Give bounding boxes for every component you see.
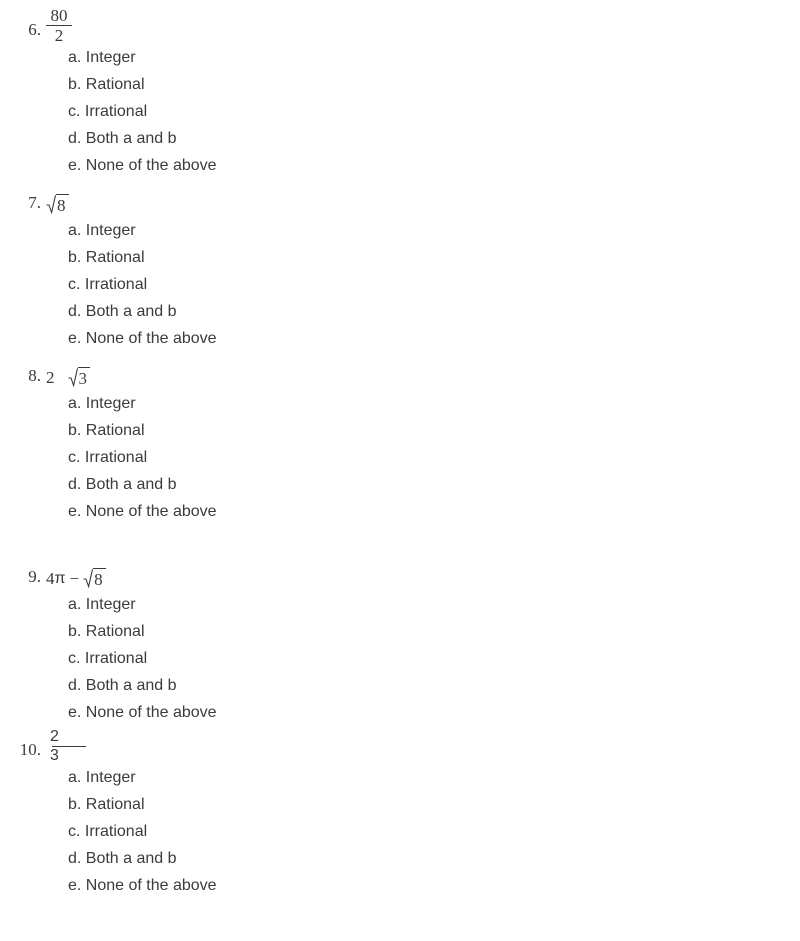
option-c[interactable]: c. Irrational — [0, 818, 800, 845]
question-10: 10. 2 3 a. Integer b. Rational c. Irrati… — [0, 726, 800, 899]
option-d[interactable]: d. Both a and b — [0, 672, 800, 699]
radical-sqrt-3: 3 — [68, 367, 90, 387]
option-d[interactable]: d. Both a and b — [0, 125, 800, 152]
option-b[interactable]: b. Rational — [0, 618, 800, 645]
coefficient: 4 — [46, 569, 55, 588]
fraction-2-over-3: 2 3 — [46, 729, 86, 764]
question-6-expression: 80 2 — [46, 3, 72, 44]
question-7: 7. 8 a. Integer b. Rational c. Irrationa… — [0, 179, 800, 352]
option-d[interactable]: d. Both a and b — [0, 845, 800, 872]
option-a[interactable]: a. Integer — [0, 217, 800, 244]
question-8: 8. 2 3 a. Integer b. Rational c. Irratio… — [0, 352, 800, 525]
option-a[interactable]: a. Integer — [0, 44, 800, 71]
question-6-stem: 6. 80 2 — [0, 6, 800, 44]
question-8-options: a. Integer b. Rational c. Irrational d. … — [0, 390, 800, 525]
option-d[interactable]: d. Both a and b — [0, 298, 800, 325]
question-10-stem: 10. 2 3 — [0, 726, 800, 764]
option-c[interactable]: c. Irrational — [0, 444, 800, 471]
fraction-numerator: 80 — [50, 6, 68, 25]
option-e[interactable]: e. None of the above — [0, 498, 800, 525]
option-e[interactable]: e. None of the above — [0, 872, 800, 899]
option-b[interactable]: b. Rational — [0, 244, 800, 271]
radical-sqrt-8: 8 — [83, 568, 106, 588]
question-7-number: 7. — [28, 193, 41, 212]
minus-operator: − — [69, 569, 80, 588]
question-8-expression: 2 3 — [46, 366, 90, 390]
question-9-number: 9. — [28, 567, 41, 586]
option-a[interactable]: a. Integer — [0, 591, 800, 618]
option-e[interactable]: e. None of the above — [0, 325, 800, 352]
radicand: 8 — [93, 568, 106, 588]
question-6: 6. 80 2 a. Integer b. Rational c. Irrati… — [0, 6, 800, 179]
question-9-stem: 9. 4 π − 8 — [0, 553, 800, 591]
option-c[interactable]: c. Irrational — [0, 98, 800, 125]
option-e[interactable]: e. None of the above — [0, 152, 800, 179]
radical-sqrt-8: 8 — [46, 194, 69, 214]
option-d[interactable]: d. Both a and b — [0, 471, 800, 498]
question-10-options: a. Integer b. Rational c. Irrational d. … — [0, 764, 800, 899]
fraction-numerator: 2 — [50, 728, 59, 745]
question-6-number: 6. — [28, 20, 41, 39]
worksheet-page: 6. 80 2 a. Integer b. Rational c. Irrati… — [0, 0, 800, 941]
question-9-options: a. Integer b. Rational c. Irrational d. … — [0, 591, 800, 726]
option-b[interactable]: b. Rational — [0, 417, 800, 444]
option-b[interactable]: b. Rational — [0, 71, 800, 98]
question-7-options: a. Integer b. Rational c. Irrational d. … — [0, 217, 800, 352]
question-6-options: a. Integer b. Rational c. Irrational d. … — [0, 44, 800, 179]
question-8-number: 8. — [28, 366, 41, 385]
question-10-expression: 2 3 — [46, 725, 86, 764]
question-10-number: 10. — [19, 740, 41, 759]
option-c[interactable]: c. Irrational — [0, 645, 800, 672]
option-e[interactable]: e. None of the above — [0, 699, 800, 726]
question-9-expression: 4 π − 8 — [46, 567, 106, 591]
question-9: 9. 4 π − 8 a. Integer b. Rational c. Irr… — [0, 553, 800, 726]
pi-symbol: π — [54, 570, 66, 587]
question-7-expression: 8 — [46, 193, 69, 217]
option-a[interactable]: a. Integer — [0, 764, 800, 791]
option-b[interactable]: b. Rational — [0, 791, 800, 818]
fraction-denominator: 3 — [50, 747, 59, 764]
coefficient: 2 — [46, 368, 55, 387]
radicand: 8 — [56, 194, 69, 214]
fraction-80-over-2: 80 2 — [46, 7, 72, 44]
question-7-stem: 7. 8 — [0, 179, 800, 217]
fraction-denominator: 2 — [54, 26, 64, 45]
option-c[interactable]: c. Irrational — [0, 271, 800, 298]
radicand: 3 — [77, 367, 90, 387]
questions-container: 6. 80 2 a. Integer b. Rational c. Irrati… — [0, 0, 800, 899]
question-8-stem: 8. 2 3 — [0, 352, 800, 390]
option-a[interactable]: a. Integer — [0, 390, 800, 417]
